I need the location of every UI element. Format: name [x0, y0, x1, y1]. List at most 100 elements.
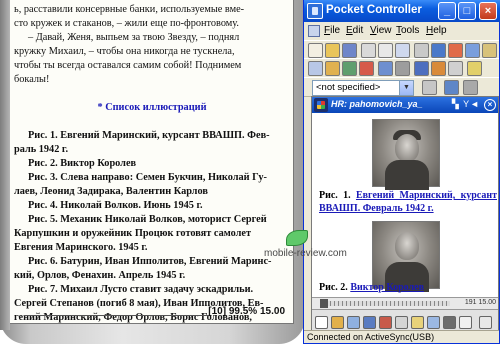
reader-line: кружку Михаил, – чтобы она никогда не ту…	[14, 46, 235, 57]
settings-icon[interactable]	[482, 43, 497, 58]
watermark-text: mobile-review.com	[264, 248, 347, 259]
window-title: Pocket Controller	[326, 4, 422, 16]
photo-2	[372, 221, 440, 292]
rotate-icon[interactable]	[395, 61, 410, 76]
pda-title: HR: pahomovich_ya_	[331, 99, 423, 109]
reader-status: [10] 99.5% 15.00	[208, 306, 285, 317]
pda-device-frame: ь, расставили консервные банки, использу…	[0, 0, 305, 344]
pda-scrollbar[interactable]: 191 15.00	[312, 297, 498, 309]
illustration-line: кий, Орлов, Фенахин. Апрель 1945 г.	[14, 270, 186, 281]
pda-tools-icon[interactable]	[459, 316, 472, 329]
power-icon[interactable]	[467, 61, 482, 76]
pda-note-icon[interactable]	[411, 316, 424, 329]
pda-menu-icon[interactable]	[315, 316, 328, 329]
illustration-line: Рис. 3. Слева направо: Семен Букчин, Ник…	[28, 172, 267, 183]
sk-icon[interactable]	[359, 61, 374, 76]
run-icon[interactable]	[444, 80, 459, 95]
reader-screen[interactable]: ь, расставили консервные банки, использу…	[10, 0, 294, 324]
screen-icon[interactable]	[308, 61, 323, 76]
connection-status: Connected on ActiveSync(USB)	[304, 330, 499, 343]
cut-icon[interactable]	[361, 43, 376, 58]
illustration-line: Рис. 6. Батурин, Иван Ипполитов, Евгений…	[28, 256, 272, 267]
illustration-line: Рис. 7. Михаил Лусто ставит задачу эскад…	[28, 284, 254, 295]
watermark: mobile-review.com	[264, 230, 347, 270]
leaf-icon	[286, 230, 308, 246]
close-button[interactable]: ×	[479, 2, 497, 20]
open-folder-icon[interactable]	[325, 43, 340, 58]
pda-scroll-label: 191 15.00	[464, 299, 496, 306]
menu-tools[interactable]: Tools	[396, 25, 419, 36]
pda-titlebar: HR: pahomovich_ya_ ▚ Y◄ ×	[312, 97, 498, 113]
pda-book-icon[interactable]	[363, 316, 376, 329]
caption-2-prefix: Рис. 2.	[319, 282, 348, 293]
pda-scroll-thumb[interactable]	[320, 299, 328, 308]
remote-device-screen[interactable]: HR: pahomovich_ya_ ▚ Y◄ × Рис. 1. Евгени…	[311, 96, 499, 336]
menu-help[interactable]: Help	[426, 25, 447, 36]
menubar: File Edit View Tools Help	[304, 22, 499, 40]
keyboard-icon[interactable]	[342, 61, 357, 76]
up-icon[interactable]	[422, 80, 437, 95]
maximize-button[interactable]: □	[458, 2, 476, 20]
minimize-button[interactable]: _	[438, 2, 456, 20]
illustration-line: лаев, Леонид Задирака, Валентин Карлов	[14, 186, 208, 197]
caption-1-prefix: Рис. 1.	[319, 190, 351, 201]
connect-icon[interactable]	[431, 43, 446, 58]
device-edge	[0, 0, 10, 330]
reader-line: бокалы!	[14, 74, 50, 85]
toolbar-1	[304, 40, 499, 60]
illustration-line: Рис. 5. Механик Николай Волков, моторист…	[28, 214, 267, 225]
paste-icon[interactable]	[395, 43, 410, 58]
refresh-icon[interactable]	[465, 43, 480, 58]
caption-2: Рис. 2. Виктор Королев	[319, 281, 497, 294]
pda-back-icon[interactable]	[379, 316, 392, 329]
illustration-line: Рис. 4. Николай Волков. Июнь 1945 г.	[28, 200, 203, 211]
menu-file[interactable]: File	[324, 25, 340, 36]
pocket-controller-window: Pocket Controller _ □ × File Edit View T…	[303, 0, 500, 344]
device-icon[interactable]	[414, 43, 429, 58]
pda-bookmark-icon[interactable]	[331, 316, 344, 329]
display-icon[interactable]	[431, 61, 446, 76]
capture-icon[interactable]	[414, 61, 429, 76]
pda-keyboard-icon[interactable]	[479, 316, 492, 329]
pda-home-icon[interactable]	[347, 316, 360, 329]
reader-line: – Давай, Женя, выпьем за твою Звезду, – …	[28, 32, 240, 43]
target-device-select[interactable]: <not specified> ▼	[312, 80, 414, 96]
illustrations-heading: * Список иллюстраций	[97, 102, 207, 113]
pda-binoculars-icon[interactable]	[443, 316, 456, 329]
zoom-icon[interactable]	[378, 61, 393, 76]
pda-forward-icon[interactable]	[395, 316, 408, 329]
save-icon[interactable]	[342, 43, 357, 58]
menu-edit[interactable]: Edit	[346, 25, 363, 36]
reader-line: ь, расставили консервные банки, использу…	[14, 4, 245, 15]
illustration-line: раль 1942 г.	[14, 144, 69, 155]
skin-icon[interactable]	[325, 61, 340, 76]
illustration-line: Карпушкин и оружейник Процюк готовят сам…	[14, 228, 252, 239]
illustration-line: Рис. 1. Евгений Маринский, курсант ВВАШП…	[28, 130, 270, 141]
menu-view[interactable]: View	[370, 25, 392, 36]
copy-icon[interactable]	[378, 43, 393, 58]
caption-2-link[interactable]: Виктор Королев	[350, 282, 424, 293]
pda-scroll-track[interactable]	[322, 301, 450, 306]
photo-1	[372, 119, 440, 190]
toolbar-3: <not specified> ▼	[304, 77, 499, 97]
pda-close-icon[interactable]: ×	[484, 99, 496, 111]
reader-line: чтобы ты всегда оставался самим собой! П…	[14, 60, 242, 71]
chevron-down-icon[interactable]: ▼	[399, 81, 413, 95]
reader-status-divider	[24, 315, 211, 316]
windows-start-icon[interactable]	[314, 98, 328, 112]
desktop: ь, расставили консервные банки, использу…	[0, 0, 500, 344]
reader-line: сто кружек и стаканов, – жили еще по-фро…	[14, 18, 239, 29]
pda-search-icon[interactable]	[427, 316, 440, 329]
table-icon[interactable]	[448, 61, 463, 76]
new-icon[interactable]	[308, 43, 323, 58]
illustration-line: Евгения Маринского. 1945 г.	[14, 242, 148, 253]
options-icon[interactable]	[463, 80, 478, 95]
app-icon	[307, 3, 323, 19]
signal-icon: ▚ Y◄	[451, 99, 480, 109]
caption-1: Рис. 1. Евгений Маринский, курсант ВВАШП…	[319, 189, 497, 215]
window-titlebar[interactable]: Pocket Controller _ □ ×	[304, 0, 500, 22]
system-menu-icon[interactable]	[308, 25, 320, 37]
target-device-value: <not specified>	[316, 82, 381, 93]
record-icon[interactable]	[448, 43, 463, 58]
illustration-line: Рис. 2. Виктор Королев	[28, 158, 137, 169]
